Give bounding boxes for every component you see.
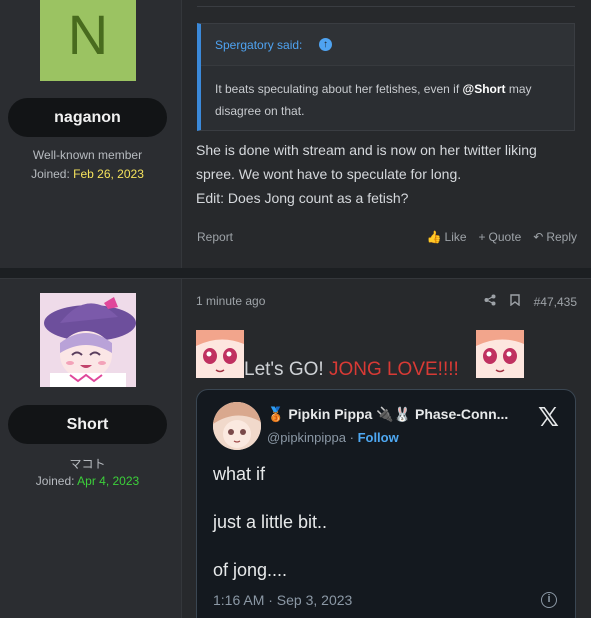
headline-highlight: JONG LOVE!!!! (328, 359, 459, 380)
anime-face-emote-icon (196, 330, 244, 378)
quote-button[interactable]: + Quote (479, 230, 522, 244)
post-number-link[interactable]: #47,435 (534, 295, 577, 309)
username-naganon[interactable]: naganon (8, 98, 167, 137)
reply-label: Reply (546, 230, 577, 244)
user-title: Well-known member (32, 148, 143, 162)
mention-link[interactable]: @Short (463, 82, 506, 96)
avatar[interactable] (40, 293, 136, 387)
joined-label: Joined: (31, 167, 70, 181)
quote-label: Quote (488, 230, 522, 244)
post-timestamp[interactable]: 1 minute ago (196, 294, 265, 308)
post-content: Spergatory said: ↑ It beats speculating … (183, 0, 591, 268)
reply-arrow-icon: ↶ (533, 230, 544, 244)
plus-icon: + (478, 230, 486, 244)
post-meta-actions: #47,435 (484, 294, 577, 309)
post-author-sidebar: Short マコト Joined: Apr 4, 2023 (0, 279, 182, 618)
tweet-line: just a little bit.. (213, 512, 328, 532)
thumbs-up-icon: 👍 (426, 230, 442, 244)
like-button[interactable]: 👍 Like (427, 230, 467, 244)
x-logo-icon[interactable]: 𝕏 (538, 402, 559, 433)
quote-block: Spergatory said: ↑ It beats speculating … (197, 23, 575, 131)
quote-text-start: It beats speculating about her fetishes,… (215, 82, 463, 96)
joined-info: Joined: Apr 4, 2023 (0, 474, 175, 488)
tweet-text: what if just a little bit.. of jong.... (213, 462, 327, 606)
dot-separator: · (349, 430, 358, 445)
tweet-timestamp[interactable]: 1:16 AM · Sep 3, 2023 (213, 592, 352, 608)
post-headline: Let's GO! JONG LOVE!!!! (244, 359, 459, 381)
post-naganon: N naganon Well-known member Joined: Feb … (0, 0, 591, 268)
post-paragraph: Edit: Does Jong count as a fetish? (196, 190, 409, 206)
headline-text: Let's GO! (244, 359, 329, 380)
emote-image-left (196, 330, 244, 378)
post-content: 1 minute ago #47,435 Let's GO! JONG LOVE… (183, 279, 591, 618)
tweet-author-name[interactable]: 🥉 Pipkin Pippa 🔌🐰 Phase-Conn... (267, 406, 517, 423)
post-author-sidebar: N naganon Well-known member Joined: Feb … (0, 0, 182, 268)
avatar[interactable]: N (40, 0, 136, 81)
joined-info: Joined: Feb 26, 2023 (0, 167, 175, 181)
joined-date: Feb 26, 2023 (73, 167, 144, 181)
anime-girl-avatar-icon (40, 293, 136, 387)
emote-image-right (476, 330, 524, 378)
username-short[interactable]: Short (8, 405, 167, 444)
tweet-author-handle: @pipkinpippa · Follow (267, 430, 399, 445)
joined-label: Joined: (35, 474, 75, 488)
post-paragraph: She is done with stream and is now on he… (196, 142, 537, 182)
reply-button[interactable]: ↶ Reply (533, 230, 577, 244)
anime-girl-avatar-icon (213, 402, 261, 450)
post-short: Short マコト Joined: Apr 4, 2023 1 minute a… (0, 278, 591, 618)
bookmark-icon[interactable] (509, 294, 520, 309)
quote-header: Spergatory said: ↑ (201, 24, 574, 66)
like-label: Like (444, 230, 467, 244)
report-link[interactable]: Report (197, 230, 233, 244)
post-footer: Report 👍 Like + Quote ↶ Reply (197, 229, 577, 247)
share-icon[interactable] (484, 294, 496, 309)
jump-to-quote-icon[interactable]: ↑ (319, 38, 332, 51)
follow-link[interactable]: Follow (358, 430, 399, 445)
tweet-line: what if (213, 464, 266, 484)
joined-date: Apr 4, 2023 (77, 474, 140, 488)
embedded-tweet[interactable]: 🥉 Pipkin Pippa 🔌🐰 Phase-Conn... @pipkinp… (196, 389, 576, 618)
tweet-line: of jong.... (213, 560, 288, 580)
post-body: She is done with stream and is now on he… (196, 138, 556, 210)
tweet-handle[interactable]: @pipkinpippa (267, 430, 346, 445)
user-title: マコト (69, 457, 106, 471)
tweet-author-avatar[interactable] (213, 402, 261, 450)
anime-face-emote-icon (476, 330, 524, 378)
post-actions: 👍 Like + Quote ↶ Reply (427, 230, 577, 244)
quote-author-link[interactable]: Spergatory said: (215, 38, 302, 52)
divider (197, 6, 575, 7)
info-icon[interactable]: i (541, 592, 557, 608)
quote-text: It beats speculating about her fetishes,… (215, 78, 562, 122)
